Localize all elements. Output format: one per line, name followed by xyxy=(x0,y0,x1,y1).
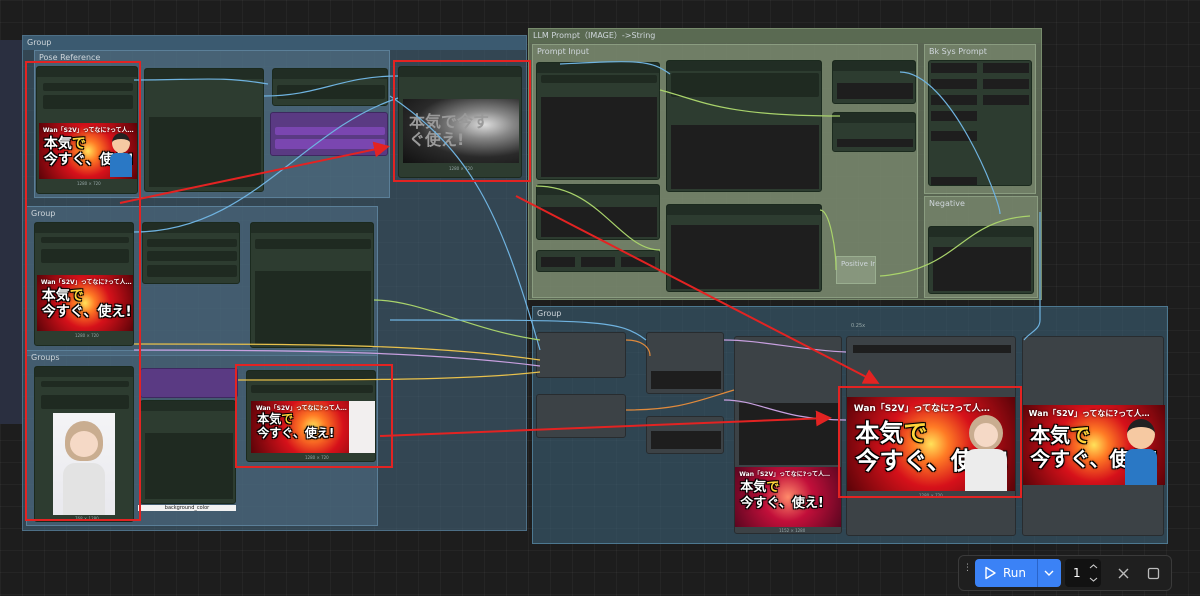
chevron-down-icon[interactable] xyxy=(1089,576,1098,583)
play-icon xyxy=(985,566,996,580)
chevron-down-icon[interactable] xyxy=(1043,568,1055,578)
drag-handle-icon[interactable]: ⋮⋮ xyxy=(963,564,980,580)
batch-count-value: 1 xyxy=(1073,566,1081,580)
run-label: Run xyxy=(1003,566,1027,580)
batch-count-input[interactable]: 1 xyxy=(1065,559,1101,587)
run-button[interactable]: Run xyxy=(975,559,1061,587)
square-icon[interactable] xyxy=(1147,567,1160,580)
chevron-up-icon[interactable] xyxy=(1089,563,1098,570)
node-graph-canvas[interactable]: Group Pose Reference Group Groups Wan「S2… xyxy=(0,0,1200,596)
queue-toolbar: ⋮⋮ Run 1 xyxy=(958,555,1172,591)
close-icon[interactable] xyxy=(1117,567,1130,580)
annotation-arrows xyxy=(119,141,880,437)
